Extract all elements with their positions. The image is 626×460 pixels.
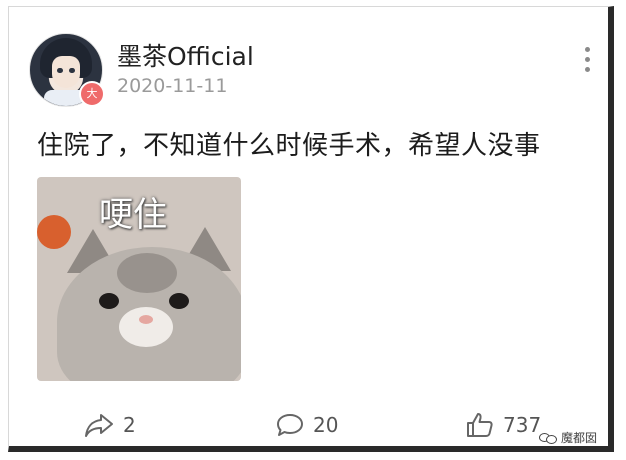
post-text: 住院了，不知道什么时候手术，希望人没事 bbox=[37, 131, 541, 161]
verified-badge-icon: 大 bbox=[79, 81, 105, 107]
comment-button[interactable]: 20 bbox=[275, 405, 338, 445]
cat-eye-right bbox=[169, 293, 189, 309]
wechat-icon bbox=[539, 431, 557, 445]
share-button[interactable]: 2 bbox=[83, 405, 136, 445]
post-card: 大 墨茶Official 2020-11-11 住院了，不知道什么时候手术，希望… bbox=[8, 6, 614, 452]
thumbs-up-icon bbox=[467, 413, 493, 437]
fruit-shape bbox=[37, 215, 71, 249]
cat-nose bbox=[139, 315, 153, 324]
share-icon bbox=[85, 414, 113, 437]
share-count: 2 bbox=[123, 413, 136, 437]
cat-muzzle bbox=[119, 307, 173, 347]
like-button[interactable]: 737 bbox=[465, 405, 541, 445]
watermark: 魔都囡 bbox=[539, 429, 597, 446]
more-options-icon[interactable] bbox=[582, 47, 592, 79]
avatar-eye-right bbox=[69, 68, 75, 73]
cat-eye-left bbox=[99, 293, 119, 309]
username[interactable]: 墨茶Official bbox=[117, 37, 254, 73]
comment-icon bbox=[277, 414, 303, 436]
watermark-text: 魔都囡 bbox=[561, 431, 598, 445]
post-date: 2020-11-11 bbox=[117, 75, 228, 97]
action-bar: 2 20 737 bbox=[9, 405, 609, 445]
meme-caption: 哽住 bbox=[99, 195, 167, 235]
avatar-face bbox=[52, 56, 80, 88]
post-image[interactable]: 哽住 bbox=[37, 177, 241, 381]
avatar-eye-left bbox=[57, 68, 63, 73]
comment-count: 20 bbox=[313, 413, 339, 437]
cat-forehead bbox=[117, 253, 177, 293]
like-count: 737 bbox=[503, 413, 542, 437]
